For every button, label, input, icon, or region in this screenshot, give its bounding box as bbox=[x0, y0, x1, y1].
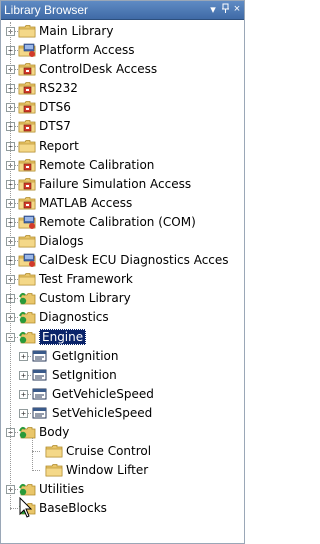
tree-item[interactable]: + Dialogs bbox=[1, 232, 244, 251]
platform-folder-icon bbox=[18, 215, 36, 229]
tree-item[interactable]: + RS232 bbox=[1, 79, 244, 98]
tree-item-label: Remote Calibration bbox=[39, 157, 155, 172]
tree-item[interactable]: + DTS7 bbox=[1, 117, 244, 136]
library-browser-panel: Library Browser ▾ × + Main Library + Platfo… bbox=[0, 0, 245, 544]
tree-item[interactable]: − Body bbox=[1, 423, 244, 442]
tree-item-label: Test Framework bbox=[39, 272, 133, 287]
red-folder-icon bbox=[18, 158, 36, 172]
tree-item-label: Body bbox=[39, 424, 70, 439]
tree-item[interactable]: BaseBlocks bbox=[1, 499, 244, 518]
tree-item[interactable]: Cruise Control bbox=[1, 442, 244, 461]
tree-item-label: BaseBlocks bbox=[39, 501, 107, 516]
tree-item-label: Dialogs bbox=[39, 234, 84, 249]
red-folder-icon bbox=[18, 120, 36, 133]
custom-library-icon bbox=[19, 484, 36, 496]
tree-item-label: ControlDesk Access bbox=[39, 62, 158, 77]
red-folder-icon bbox=[18, 177, 36, 191]
tree-item-label: GetIgnition bbox=[52, 348, 119, 363]
custom-library-icon bbox=[19, 331, 36, 343]
block-icon bbox=[32, 388, 47, 400]
expand-icon[interactable]: + bbox=[19, 370, 28, 380]
expand-icon[interactable]: + bbox=[19, 351, 28, 361]
tree-item-label: DTS6 bbox=[39, 100, 71, 115]
expand-icon[interactable]: + bbox=[19, 408, 28, 418]
tree-item[interactable]: + ControlDesk Access bbox=[1, 60, 244, 79]
folder-icon bbox=[18, 139, 36, 152]
tree-item-label: Cruise Control bbox=[66, 444, 152, 459]
tree-item[interactable]: + DTS6 bbox=[1, 98, 244, 117]
folder-icon bbox=[18, 25, 36, 38]
tree-item[interactable]: + MATLAB Access bbox=[1, 194, 244, 213]
tree-item[interactable]: + Diagnostics bbox=[1, 308, 244, 327]
tree-item[interactable]: + CalDesk ECU Diagnostics Acces bbox=[1, 251, 244, 270]
tree-item-label: Report bbox=[39, 138, 79, 153]
panel-titlebar: Library Browser ▾ × bbox=[1, 1, 244, 20]
red-folder-icon bbox=[18, 196, 36, 210]
tree-item[interactable]: + Report bbox=[1, 137, 244, 156]
tree-item[interactable]: − Engine bbox=[1, 328, 244, 347]
tree-item[interactable]: + Main Library bbox=[1, 22, 244, 41]
library-tree: + Main Library + Platform Access + ControlDes… bbox=[1, 20, 244, 518]
tree-item[interactable]: + GetIgnition bbox=[1, 347, 244, 366]
dropdown-icon[interactable]: ▾ bbox=[208, 3, 218, 17]
folder-icon bbox=[45, 445, 63, 458]
pin-icon[interactable] bbox=[220, 3, 230, 17]
tree-item-label: CalDesk ECU Diagnostics Acces bbox=[39, 253, 229, 268]
folder-icon bbox=[18, 235, 36, 248]
tree-item[interactable]: + Failure Simulation Access bbox=[1, 175, 244, 194]
custom-library-icon bbox=[19, 312, 36, 324]
tree-item[interactable]: + Utilities bbox=[1, 480, 244, 499]
custom-library-icon bbox=[19, 293, 36, 305]
red-folder-icon bbox=[18, 82, 36, 95]
tree-item-label: Custom Library bbox=[39, 291, 131, 306]
tree-item-label: SetIgnition bbox=[52, 367, 117, 382]
tree-item-label: RS232 bbox=[39, 81, 78, 96]
tree-item-label: DTS7 bbox=[39, 119, 71, 134]
tree-item-label: MATLAB Access bbox=[39, 195, 133, 210]
red-folder-icon bbox=[18, 101, 36, 114]
tree-connector bbox=[10, 508, 18, 510]
tree-item[interactable]: + SetIgnition bbox=[1, 366, 244, 385]
tree-item-label: Main Library bbox=[39, 24, 114, 38]
tree-item-label: Remote Calibration (COM) bbox=[39, 214, 196, 229]
tree-item[interactable]: Window Lifter bbox=[1, 461, 244, 480]
tree-item-label: Diagnostics bbox=[39, 310, 109, 325]
tree-item-label: Window Lifter bbox=[66, 463, 149, 478]
block-icon bbox=[32, 407, 47, 419]
expand-icon[interactable]: + bbox=[19, 389, 28, 399]
tree-item[interactable]: + Remote Calibration bbox=[1, 156, 244, 175]
tree-connector bbox=[32, 451, 40, 453]
tree-item-label: Engine bbox=[39, 328, 87, 345]
block-icon bbox=[32, 369, 47, 381]
tree-spine bbox=[10, 22, 11, 510]
tree-item-label: Platform Access bbox=[39, 43, 135, 58]
close-icon[interactable]: × bbox=[232, 3, 242, 17]
tree-branch-line bbox=[32, 438, 33, 469]
platform-folder-icon bbox=[18, 253, 36, 268]
tree-item[interactable]: + GetVehicleSpeed bbox=[1, 385, 244, 404]
folder-icon bbox=[45, 464, 63, 477]
red-folder-icon bbox=[18, 63, 36, 76]
tree-item[interactable]: + Custom Library bbox=[1, 289, 244, 308]
tree-item-label: Failure Simulation Access bbox=[39, 176, 192, 191]
tree-connector bbox=[32, 470, 40, 472]
block-icon bbox=[32, 350, 47, 362]
tree-item[interactable]: + Test Framework bbox=[1, 270, 244, 289]
tree-item[interactable]: + Platform Access bbox=[1, 41, 244, 60]
tree-item[interactable]: + SetVehicleSpeed bbox=[1, 404, 244, 423]
tree-item-label: Utilities bbox=[39, 482, 85, 497]
platform-folder-icon bbox=[18, 43, 36, 58]
folder-icon bbox=[18, 273, 36, 286]
tree-item-label: SetVehicleSpeed bbox=[52, 405, 153, 420]
tree-item[interactable]: + Remote Calibration (COM) bbox=[1, 213, 244, 232]
tree-item-label: GetVehicleSpeed bbox=[52, 386, 154, 401]
mouse-cursor-icon bbox=[19, 497, 33, 518]
custom-library-icon bbox=[19, 426, 36, 439]
panel-title: Library Browser bbox=[4, 3, 89, 17]
